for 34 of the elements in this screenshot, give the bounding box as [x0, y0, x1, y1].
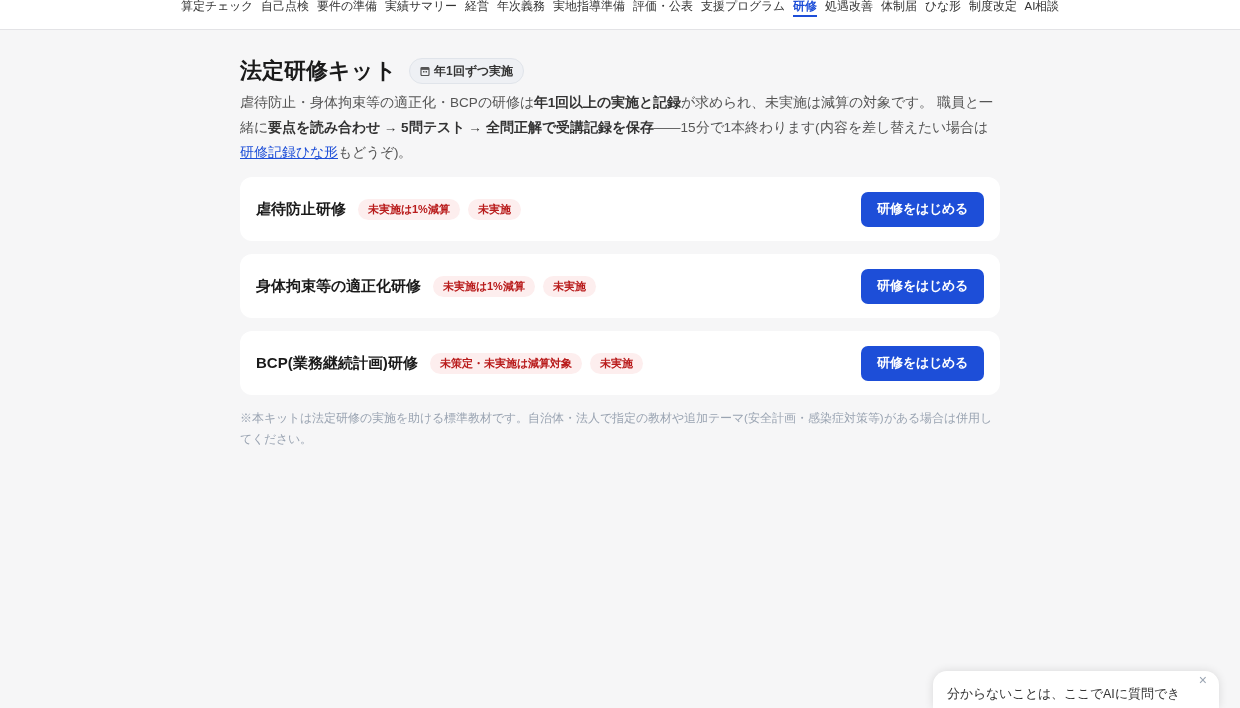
training-title: 身体拘束等の適正化研修 [256, 276, 421, 297]
nav-tab[interactable]: 要件の準備 [316, 0, 377, 17]
status-tag: 未策定・未実施は減算対象 [429, 353, 582, 374]
nav-tab[interactable]: ひな形 [924, 0, 961, 17]
nav-tab[interactable]: 算定チェック [180, 0, 253, 17]
nav-tab[interactable]: 年次義務 [496, 0, 545, 17]
footnote-text: ※本キットは法定研修の実施を助ける標準教材です。自治体・法人で指定の教材や追加テーマ(安全計画・感染症対策等)がある場合は併用してください。 [240, 411, 993, 448]
status-tag: 未実施は1%減算 [358, 199, 460, 220]
nav-tab[interactable]: 経営 [464, 0, 489, 17]
nav-tab[interactable]: 実地指導準備 [552, 0, 625, 17]
page-title: 法定研修キット [240, 58, 397, 85]
nav-tab[interactable]: 処遇改善 [824, 0, 873, 17]
start-training-button[interactable]: 研修をはじめる [861, 346, 984, 381]
status-tag: 未実施 [542, 276, 596, 297]
nav-tab[interactable]: AI相談 [1024, 0, 1060, 17]
start-training-button[interactable]: 研修をはじめる [861, 192, 984, 227]
nav-tab[interactable]: 体制届 [880, 0, 917, 17]
nav-tab[interactable]: 自己点検 [260, 0, 309, 17]
intro-text: 虐待防止・身体拘束等の適正化・BCPの研修は年1回以上の実施と記録が求められ、未実施は減算の対象です。 職員と一緒に要点を読み合わせ → 5問テスト → 全問正解で受講記録を保存——15分で1本終わります(内容を差し替えたい場合は 研修記録ひな形もどうぞ)。 [240, 94, 995, 163]
status-tag: 未実施は1%減算 [433, 276, 535, 297]
start-training-button[interactable]: 研修をはじめる [861, 269, 984, 304]
status-tag: 未実施 [467, 199, 521, 220]
nav-tab[interactable]: 実績サマリー [384, 0, 457, 17]
status-tag: 未実施 [589, 353, 643, 374]
frequency-badge: 年1回ずつ実施 [409, 58, 524, 85]
training-title: BCP(業務継続計画)研修 [256, 353, 418, 374]
chat-prompt-text: 分からないことは、ここでAIに質問でき [947, 687, 1180, 701]
calendar-icon [420, 66, 430, 77]
nav-tab[interactable]: 研修 [792, 0, 817, 17]
nav-tab[interactable]: 評価・公表 [632, 0, 693, 17]
training-title: 虐待防止研修 [256, 199, 346, 220]
nav-tab[interactable]: 支援プログラム [700, 0, 785, 17]
template-link[interactable]: 研修記録ひな形 [240, 145, 338, 161]
nav-tab[interactable]: 制度改定 [968, 0, 1017, 17]
